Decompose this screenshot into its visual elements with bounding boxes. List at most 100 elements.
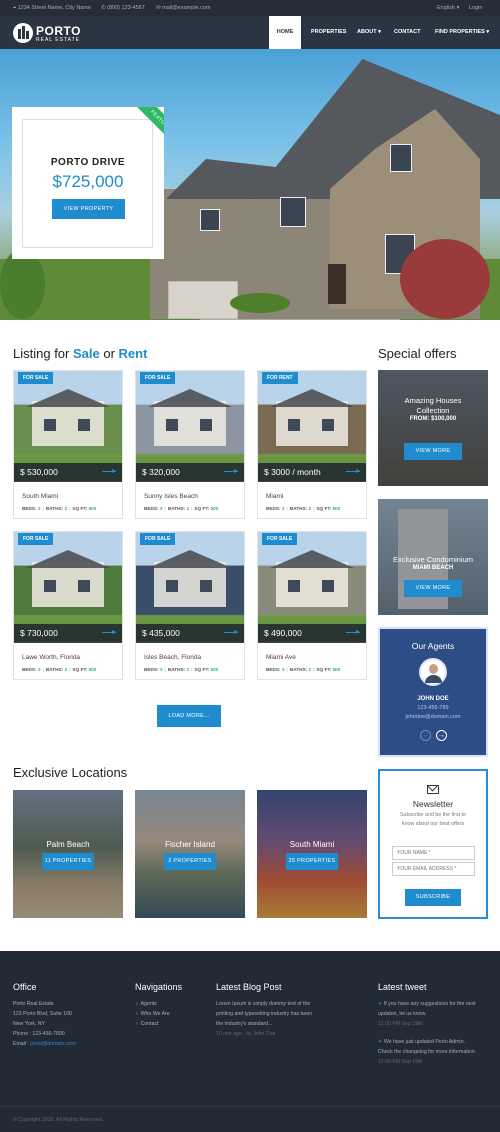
location-card-fischer-island[interactable]: Fischer Island 2 PROPERTIES — [135, 790, 245, 918]
footer-nav-contact[interactable]: › Contact — [136, 1021, 159, 1027]
copyright: © Copyright 2016. All Rights Reserved. — [13, 1117, 104, 1123]
nav-find-properties[interactable]: FIND PROPERTIES ▾ — [435, 16, 489, 49]
bushes — [230, 293, 290, 313]
prev-arrow-icon[interactable]: ← — [420, 730, 431, 741]
arrow-right-icon[interactable] — [346, 630, 360, 634]
arrow-right-icon[interactable] — [224, 630, 238, 634]
offer-overlay — [378, 370, 488, 486]
office-email-link[interactable]: porto@domain.com — [30, 1041, 75, 1047]
blog-text: the industry's standard... — [216, 1021, 273, 1027]
location-card-south-miami[interactable]: South Miami 25 PROPERTIES — [257, 790, 367, 918]
offer-card-houses[interactable]: Amazing Houses Collection FROM: $100,000… — [378, 370, 488, 486]
nav-home[interactable]: HOME — [269, 16, 301, 49]
offer-card-condo[interactable]: Exclusive Condominium MIAMI BEACH VIEW M… — [378, 499, 488, 615]
property-specs: BEDS: 3 | BATHS: 2 | SQ FT: 500 — [144, 506, 219, 511]
office-email: Email : porto@domain.com — [13, 1041, 76, 1047]
property-price: $ 435,000 — [136, 624, 244, 643]
offer-line2: Collection — [416, 406, 450, 415]
blog-meta: 10 min ago - by John Doe — [216, 1031, 276, 1037]
property-price: $ 530,000 — [14, 463, 122, 482]
tweet-time: 12:00 PM Sep 19th — [378, 1021, 423, 1027]
listing-title: Listing for Sale or Rent — [13, 346, 148, 361]
email-field[interactable] — [392, 862, 475, 876]
sqft-value: 500 — [88, 506, 97, 511]
location-properties-button[interactable]: 11 PROPERTIES — [42, 853, 94, 870]
tweet-text: ✦ If you have any suggestions for the ne… — [378, 1001, 476, 1007]
sqft-value: 500 — [332, 506, 341, 511]
nav-contact[interactable]: CONTACT — [394, 16, 420, 49]
phone-text: ✆ (800) 123-4567 — [101, 5, 145, 11]
property-card[interactable]: FOR RENT $ 3000 / month Miami BEDS: 3 | BATHS… — [257, 370, 367, 519]
agents-title: Our Agents — [411, 641, 455, 651]
footer-nav-agents[interactable]: › Agents — [136, 1001, 157, 1007]
property-card[interactable]: FOR SALE $ 320,000 Sunny Isles Beach BEDS: … — [135, 370, 245, 519]
agent-email[interactable]: johndoe@domain.com — [380, 714, 486, 720]
arrow-right-icon[interactable] — [224, 469, 238, 473]
newsletter-text: Subscribe and be the first to — [400, 812, 466, 818]
arrow-right-icon[interactable] — [346, 469, 360, 473]
footer-nav-who-we-are[interactable]: › Who We Are — [136, 1011, 170, 1017]
property-location[interactable]: Miami — [266, 493, 283, 500]
view-more-button[interactable]: VIEW MORE — [404, 443, 462, 460]
newsletter-text: know about our best offers — [401, 821, 465, 827]
property-location[interactable]: Lawe Worth, Florida — [22, 654, 80, 661]
garage-door — [168, 281, 238, 319]
view-property-button[interactable]: VIEW PROPERTY — [52, 199, 125, 219]
property-card[interactable]: FOR SALE $ 730,000 Lawe Worth, Florida BEDS… — [13, 531, 123, 680]
twitter-icon: ✦ — [378, 1039, 383, 1045]
email-link[interactable]: ✉ mail@example.com — [156, 5, 211, 11]
brand-name[interactable]: PORTO — [36, 24, 81, 38]
listing-type-badge: FOR SALE — [262, 533, 298, 545]
listing-type-badge: FOR SALE — [18, 372, 54, 384]
location-properties-button[interactable]: 25 PROPERTIES — [286, 853, 338, 870]
property-card[interactable]: FOR SALE $ 530,000 South Miami BEDS: 3 | BATH… — [13, 370, 123, 519]
arrow-right-icon[interactable] — [102, 469, 116, 473]
property-price: $ 320,000 — [136, 463, 244, 482]
listing-type-badge: FOR RENT — [262, 372, 298, 384]
property-location[interactable]: Miami Ave — [266, 654, 296, 661]
nav-properties[interactable]: PROPERTIES — [311, 16, 346, 49]
sqft-value: 500 — [210, 667, 219, 672]
tree-left — [0, 249, 45, 319]
logo-icon[interactable] — [13, 23, 33, 43]
offer-location: MIAMI BEACH — [412, 565, 454, 571]
property-location[interactable]: Isles Beach, Florida — [144, 654, 201, 661]
property-price: $ 730,000 — [14, 624, 122, 643]
property-location[interactable]: South Miami — [22, 493, 58, 500]
view-more-button[interactable]: VIEW MORE — [404, 580, 462, 597]
featured-price: $725,000 — [52, 172, 124, 191]
arrow-right-icon[interactable] — [102, 630, 116, 634]
listing-type-badge: FOR SALE — [18, 533, 54, 545]
load-more-button[interactable]: LOAD MORE... — [157, 705, 221, 727]
property-card[interactable]: FOR SALE $ 490,000 Miami Ave BEDS: 3 | BATHS:… — [257, 531, 367, 680]
language-select[interactable]: English ▾ — [437, 5, 459, 11]
tweet-text: ✦ We have just updated Porto Admin. — [378, 1039, 466, 1045]
featured-title: PORTO DRIVE — [50, 157, 126, 168]
house-window — [280, 197, 306, 227]
property-location[interactable]: Sunny Isles Beach — [144, 493, 198, 500]
next-arrow-icon[interactable]: → — [436, 730, 447, 741]
location-name: Palm Beach — [46, 840, 90, 849]
newsletter-title: Newsletter — [412, 799, 454, 809]
blog-text: Lorem Ipsum is simply dummy text of the — [216, 1001, 311, 1007]
blog-text: printing and typesetting industry has be… — [216, 1011, 313, 1017]
office-title: Office — [13, 982, 37, 992]
main-nav: PORTO REAL ESTATE HOME PROPERTIES ABOUT … — [0, 16, 500, 49]
red-tree — [400, 239, 490, 319]
login-link[interactable]: Login — [469, 5, 482, 11]
property-specs: BEDS: 3 | BATHS: 2 | SQ FT: 500 — [266, 667, 341, 672]
offer-line1: Exclusive Condominium — [392, 555, 474, 564]
office-phone: Phone : 123-456-7890 — [13, 1031, 65, 1037]
location-properties-button[interactable]: 2 PROPERTIES — [164, 853, 216, 870]
agent-avatar[interactable] — [419, 658, 447, 686]
location-name: Fischer Island — [165, 840, 215, 849]
sqft-value: 500 — [210, 506, 219, 511]
listing-type-badge: FOR SALE — [140, 533, 176, 545]
property-card[interactable]: FOR SALE $ 435,000 Isles Beach, Florida BED… — [135, 531, 245, 680]
envelope-icon — [427, 781, 439, 794]
nav-about[interactable]: ABOUT ▾ — [357, 16, 381, 49]
location-card-palm-beach[interactable]: Palm Beach 11 PROPERTIES — [13, 790, 123, 918]
name-field[interactable] — [392, 846, 475, 860]
address-text: ⌖ 1234 Street Name, City Name — [13, 5, 91, 11]
subscribe-button[interactable]: SUBSCRIBE — [405, 889, 461, 906]
